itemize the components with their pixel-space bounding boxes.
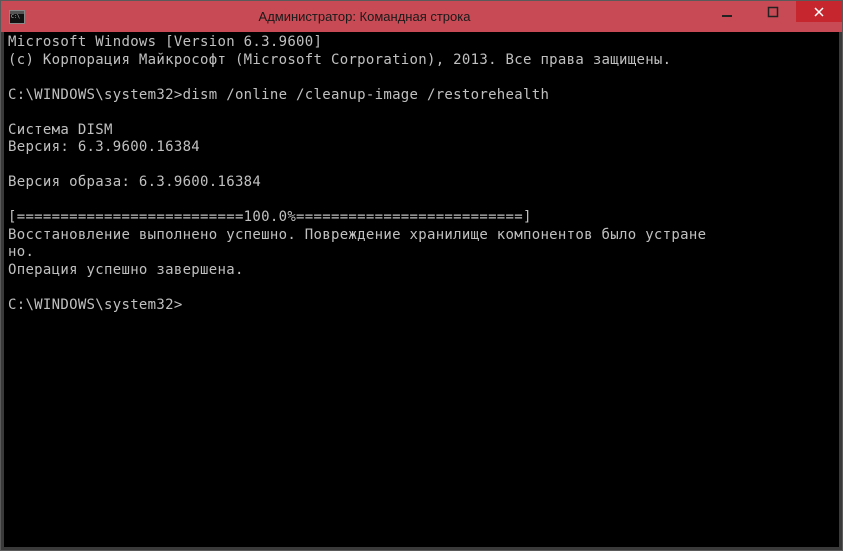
console-line: C:\WINDOWS\system32>: [8, 297, 183, 313]
maximize-button[interactable]: [750, 1, 796, 22]
console-output[interactable]: Microsoft Windows [Version 6.3.9600] (c)…: [1, 32, 842, 550]
console-line: Microsoft Windows [Version 6.3.9600]: [8, 34, 322, 50]
titlebar[interactable]: C:\ Администратор: Командная строка: [1, 1, 842, 32]
console-line: Версия образа: 6.3.9600.16384: [8, 174, 261, 190]
close-button[interactable]: [796, 1, 842, 22]
console-line: C:\WINDOWS\system32>dism /online /cleanu…: [8, 87, 549, 103]
minimize-button[interactable]: [704, 1, 750, 22]
console-line: (c) Корпорация Майкрософт (Microsoft Cor…: [8, 52, 671, 68]
console-line: но.: [8, 244, 34, 260]
window-title: Администратор: Командная строка: [25, 9, 704, 24]
command-prompt-window: C:\ Администратор: Командная строка Micr…: [0, 0, 843, 551]
cmd-icon: C:\: [9, 10, 25, 24]
window-controls: [704, 1, 842, 32]
console-line: Восстановление выполнено успешно. Повреж…: [8, 227, 706, 243]
console-line: Версия: 6.3.9600.16384: [8, 139, 200, 155]
console-line: [==========================100.0%=======…: [8, 209, 532, 225]
console-line: Операция успешно завершена.: [8, 262, 244, 278]
console-line: Cиcтeмa DISM: [8, 122, 113, 138]
